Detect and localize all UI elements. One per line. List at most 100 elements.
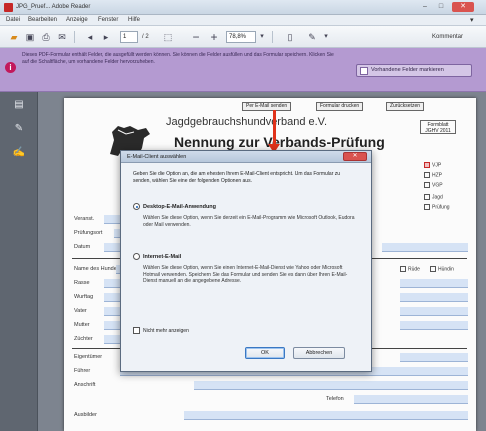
toolbar-separator bbox=[74, 31, 75, 43]
field-label: Mutter bbox=[74, 322, 90, 328]
dont-show-again-checkbox[interactable] bbox=[133, 327, 140, 334]
highlight-fields-button[interactable]: Vorhandene Felder markieren bbox=[356, 64, 472, 77]
field-label: Anschrift bbox=[74, 382, 96, 388]
next-page-icon[interactable]: ▸ bbox=[100, 31, 112, 43]
close-button[interactable]: ✕ bbox=[452, 2, 474, 12]
zoom-out-icon[interactable]: − bbox=[190, 31, 202, 43]
checkbox-icon bbox=[400, 266, 406, 272]
check-vjp[interactable]: VJP bbox=[424, 162, 441, 168]
previous-page-icon[interactable]: ◂ bbox=[84, 31, 96, 43]
navigation-pane: ▤ ✎ ✍ bbox=[0, 92, 38, 431]
check-pruefung[interactable]: Prüfung bbox=[424, 204, 450, 210]
select-tool-icon[interactable]: ⬚ bbox=[162, 31, 174, 43]
field-label: Veranst. bbox=[74, 216, 95, 222]
radio-internet-email[interactable] bbox=[133, 253, 140, 260]
form-field[interactable] bbox=[400, 321, 468, 330]
check-male[interactable]: Rüde bbox=[400, 266, 420, 272]
form-notice-message: Dieses PDF-Formular enthält Felder, die … bbox=[22, 52, 334, 65]
minimize-button[interactable]: – bbox=[418, 2, 432, 12]
send-email-button[interactable]: Per E-Mail senden bbox=[242, 102, 292, 111]
field-label: Prüfungsort bbox=[74, 230, 103, 236]
form-field[interactable] bbox=[400, 279, 468, 288]
field-label: Rasse bbox=[74, 280, 90, 286]
check-vgp[interactable]: VGP bbox=[424, 182, 443, 188]
dialog-title-bar: E-Mail-Client auswählen ✕ bbox=[121, 151, 371, 163]
form-field[interactable] bbox=[400, 293, 468, 302]
zoom-in-icon[interactable]: + bbox=[208, 31, 220, 43]
checkbox-icon bbox=[430, 266, 436, 272]
info-icon: i bbox=[5, 62, 16, 73]
title-bar: JPG_Pruef... Adobe Reader – □ ✕ bbox=[0, 0, 486, 15]
cancel-button[interactable]: Abbrechen bbox=[293, 347, 345, 359]
form-field[interactable] bbox=[194, 381, 468, 390]
field-label: Führer bbox=[74, 368, 91, 374]
check-female[interactable]: Hündin bbox=[430, 266, 454, 272]
red-arrow-shaft bbox=[273, 110, 276, 146]
toolbar: ▰ ▣ ⎙ ✉ ◂ ▸ 1 / 2 ⬚ − + 78,8% ▾ ▯ ✎ ▾ Ko… bbox=[0, 26, 486, 48]
attachment-icon[interactable]: ✎ bbox=[12, 122, 26, 136]
adobe-reader-icon bbox=[4, 3, 13, 12]
organization-name: Jagdgebrauchshundverband e.V. bbox=[166, 116, 328, 128]
print-icon[interactable]: ⎙ bbox=[40, 31, 52, 43]
menu-file[interactable]: Datei bbox=[6, 17, 20, 23]
maximize-button[interactable]: □ bbox=[434, 2, 448, 12]
checkbox-icon bbox=[424, 194, 430, 200]
toolbar-separator bbox=[272, 31, 273, 43]
checkbox-icon bbox=[424, 162, 430, 168]
comment-pane-link[interactable]: Kommentar bbox=[432, 34, 463, 40]
checkbox-icon bbox=[424, 204, 430, 210]
form-field[interactable] bbox=[382, 243, 468, 252]
option-internet-desc: Wählen Sie diese Option, wenn Sie einen … bbox=[143, 265, 348, 284]
menu-window[interactable]: Fenster bbox=[98, 17, 118, 23]
email-icon[interactable]: ✉ bbox=[56, 31, 68, 43]
form-field[interactable] bbox=[400, 307, 468, 316]
dialog-intro: Geben Sie die Option an, die am ehesten … bbox=[133, 171, 341, 184]
form-sheet-box: Formblatt JGHV 2011 bbox=[420, 120, 456, 134]
field-label: Vater bbox=[74, 308, 87, 314]
menu-help[interactable]: Hilfe bbox=[128, 17, 140, 23]
check-jagd[interactable]: Jagd bbox=[424, 194, 443, 200]
dialog-title: E-Mail-Client auswählen bbox=[127, 154, 187, 160]
field-label: Datum bbox=[74, 244, 91, 250]
chevron-down-icon[interactable]: ▾ bbox=[470, 16, 474, 24]
ok-button[interactable]: OK bbox=[245, 347, 285, 359]
field-label: Ausbilder bbox=[74, 412, 97, 418]
checkbox-icon bbox=[424, 172, 430, 178]
option-internet-label[interactable]: Internet-E-Mail bbox=[143, 254, 181, 260]
option-desktop-label[interactable]: Desktop-E-Mail-Anwendung bbox=[143, 204, 216, 210]
menu-view[interactable]: Anzeige bbox=[66, 17, 88, 23]
zoom-dropdown-icon[interactable]: ▾ bbox=[258, 31, 266, 43]
signature-icon[interactable]: ✍ bbox=[12, 146, 26, 160]
form-field[interactable] bbox=[354, 395, 468, 404]
field-label: Wurftag bbox=[74, 294, 94, 300]
sign-dropdown-icon[interactable]: ▾ bbox=[322, 31, 330, 43]
dialog-close-button[interactable]: ✕ bbox=[343, 152, 367, 161]
form-notice-bar: i Dieses PDF-Formular enthält Felder, di… bbox=[0, 48, 486, 92]
field-label: Telefon bbox=[326, 396, 344, 402]
field-label: Eigentümer bbox=[74, 354, 103, 360]
open-folder-icon[interactable]: ▰ bbox=[8, 31, 20, 43]
print-form-button[interactable]: Formular drucken bbox=[316, 102, 364, 111]
radio-desktop-email[interactable] bbox=[133, 203, 140, 210]
dont-show-again-label: Nicht mehr anzeigen bbox=[143, 328, 189, 334]
check-hzp[interactable]: HZP bbox=[424, 172, 442, 178]
checkbox-icon bbox=[424, 182, 430, 188]
create-pdf-icon[interactable]: ▣ bbox=[24, 31, 36, 43]
page-total: / 2 bbox=[142, 34, 149, 40]
highlight-fields-label: Vorhandene Felder markieren bbox=[371, 67, 444, 73]
menu-edit[interactable]: Bearbeiten bbox=[28, 17, 57, 23]
menu-bar: Datei Bearbeiten Anzeige Fenster Hilfe ▾ bbox=[0, 15, 486, 26]
option-desktop-desc: Wählen Sie diese Option, wenn Sie derzei… bbox=[143, 215, 355, 228]
fit-page-icon[interactable]: ▯ bbox=[284, 31, 296, 43]
zoom-level-input[interactable]: 78,8% bbox=[226, 31, 256, 43]
reset-form-button[interactable]: Zurücksetzen bbox=[386, 102, 425, 111]
field-label: Name des Hundes bbox=[74, 266, 120, 272]
email-client-dialog: E-Mail-Client auswählen ✕ Geben Sie die … bbox=[120, 150, 372, 372]
form-field[interactable] bbox=[400, 353, 468, 362]
sign-icon[interactable]: ✎ bbox=[306, 31, 318, 43]
highlight-checkbox-icon bbox=[360, 67, 368, 75]
pages-icon[interactable]: ▤ bbox=[12, 98, 26, 112]
page-number-input[interactable]: 1 bbox=[120, 31, 138, 43]
field-label: Züchter bbox=[74, 336, 93, 342]
form-field[interactable] bbox=[184, 411, 468, 420]
